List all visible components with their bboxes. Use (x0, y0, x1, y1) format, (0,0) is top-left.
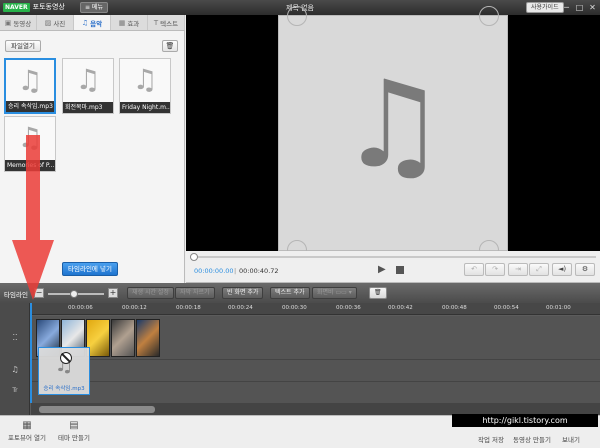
maximize-icon[interactable]: □ (574, 2, 585, 13)
library-item[interactable]: ♫ Friday Night.m... (119, 58, 171, 114)
cut-subtitle-button[interactable]: 자막 자르기 (175, 287, 215, 299)
library-item-caption: 승리 속삭임.mp3 (6, 101, 54, 112)
library-item[interactable]: ♫ Memories of P... (4, 116, 56, 172)
play-icon[interactable]: ▶ (378, 264, 386, 275)
crop-icon[interactable]: ⤢ (529, 263, 549, 276)
video-clip[interactable] (136, 319, 160, 357)
aspect-ratio-dropdown[interactable]: 화면비 ▭▭ ▾ (312, 287, 357, 299)
video-clip[interactable] (111, 319, 135, 357)
music-track[interactable] (31, 360, 600, 382)
library-item[interactable]: ♫ 회전목마.mp3 (62, 58, 114, 114)
total-time: 00:00:40.72 (239, 267, 279, 275)
tick-label: 00:00:36 (336, 305, 361, 311)
tab-text[interactable]: T 텍스트 (148, 15, 185, 30)
tick-label: 00:00:18 (176, 305, 201, 311)
photo-viewer-icon: ▦ (22, 420, 32, 431)
dragged-item-caption: 승리 속삭임.mp3 (43, 386, 85, 392)
media-library-panel: ▣ 동영상 ▨ 사진 ♫ 음악 ▦ 효과 T 텍스트 파일열기 🗑 ♫ 승리 속삭임.mp… (0, 15, 185, 283)
fit-icon[interactable]: ⇥ (508, 263, 528, 276)
open-file-button[interactable]: 파일열기 (5, 40, 41, 52)
add-blank-screen-button[interactable]: 빈 화면 추가 (222, 287, 264, 299)
tick-label: 00:00:30 (282, 305, 307, 311)
current-time: 00:00:00.00 (194, 267, 234, 275)
track-header: ⁚⁚ ♫ Tr (0, 303, 30, 415)
add-to-timeline-button[interactable]: 타임라인에 넣기 (62, 262, 118, 276)
photo-icon: ▨ (44, 18, 52, 27)
effect-icon: ▦ (118, 18, 126, 27)
video-track[interactable] (31, 316, 600, 360)
user-guide-button[interactable]: 사용가이드 (526, 2, 564, 13)
timeline-label: 타임라인 (4, 291, 28, 299)
music-note-icon: ♫ (132, 63, 158, 96)
add-text-button[interactable]: 텍스트 추가 (270, 287, 310, 299)
zoom-out-button[interactable]: − (34, 288, 44, 298)
photo-viewer-button[interactable]: ▦ 포토뷰어 열기 (8, 420, 46, 442)
video-track-icon: ⁚⁚ (12, 333, 18, 342)
send-button[interactable]: 보내기 (562, 434, 580, 444)
stop-icon[interactable] (396, 266, 404, 274)
film-icon: ▣ (4, 18, 12, 27)
save-project-button[interactable]: 작업 저장 (478, 434, 504, 444)
undo-icon[interactable]: ↶ (464, 263, 484, 276)
trash-icon[interactable]: 🗑 (369, 287, 387, 299)
redo-icon[interactable]: ↷ (485, 263, 505, 276)
make-video-button[interactable]: 동영상 만들기 (513, 434, 551, 444)
zoom-in-button[interactable]: + (108, 288, 118, 298)
seek-bar[interactable] (190, 253, 596, 261)
volume-icon[interactable]: ◄) (552, 263, 572, 276)
watermark: http://gikl.tistory.com (452, 414, 598, 427)
corner-decoration (479, 6, 499, 26)
tab-music[interactable]: ♫ 음악 (74, 15, 111, 30)
music-icon: ♫ (81, 18, 89, 27)
music-note-icon: ♫ (75, 63, 101, 96)
tab-photo[interactable]: ▨ 사진 (37, 15, 74, 30)
library-item-caption: Memories of P... (5, 160, 55, 171)
media-tabs: ▣ 동영상 ▨ 사진 ♫ 음악 ▦ 효과 T 텍스트 (0, 15, 185, 31)
theme-icon: ▤ (69, 420, 79, 431)
tab-effect[interactable]: ▦ 효과 (111, 15, 148, 30)
tick-label: 00:00:24 (228, 305, 253, 311)
library-item[interactable]: ♫ 승리 속삭임.mp3 (4, 58, 56, 114)
time-separator: | (234, 267, 237, 275)
no-drop-icon (60, 352, 72, 364)
player-controls: 00:00:00.00 | 00:00:40.72 ▶ ↶ ↷ ⇥ ⤢ ◄) ⚙ (186, 251, 600, 283)
tick-label: 00:00:54 (494, 305, 519, 311)
minimize-icon[interactable]: ─ (561, 2, 572, 13)
theme-maker-button[interactable]: ▤ 테마 만들기 (58, 420, 90, 442)
music-note-icon: ♫ (339, 56, 447, 195)
music-note-icon: ♫ (17, 64, 43, 97)
tick-label: 00:00:12 (122, 305, 147, 311)
playhead[interactable] (30, 303, 32, 403)
time-ruler[interactable]: 00:00:06 00:00:12 00:00:18 00:00:24 00:0… (30, 303, 600, 315)
text-icon: T (153, 18, 159, 27)
text-track[interactable] (31, 382, 600, 404)
tick-label: 00:00:06 (68, 305, 93, 311)
settings-icon[interactable]: ⚙ (575, 263, 595, 276)
music-track-icon: ♫ (11, 365, 19, 374)
zoom-slider[interactable] (48, 290, 104, 298)
tab-video[interactable]: ▣ 동영상 (0, 15, 37, 30)
close-icon[interactable]: ✕ (587, 2, 598, 13)
zoom-slider-handle[interactable] (70, 290, 78, 298)
set-duration-button[interactable]: 재생 시간 설정 (127, 287, 174, 299)
scrollbar-thumb[interactable] (39, 406, 155, 413)
preview-screen: ♫ (186, 6, 600, 260)
corner-decoration (287, 6, 307, 26)
tick-label: 00:00:48 (442, 305, 467, 311)
music-note-icon: ♫ (17, 121, 43, 154)
tick-label: 00:01:00 (546, 305, 571, 311)
seek-handle[interactable] (190, 253, 198, 261)
text-track-icon: Tr (12, 387, 18, 394)
timeline: 00:00:06 00:00:12 00:00:18 00:00:24 00:0… (0, 303, 600, 415)
timeline-toolbar: 타임라인 − + 재생 시간 설정 자막 자르기 빈 화면 추가 텍스트 추가 … (0, 283, 600, 303)
preview-artwork: ♫ (278, 6, 508, 260)
library-item-caption: 회전목마.mp3 (63, 102, 113, 113)
library-item-caption: Friday Night.m... (120, 102, 170, 113)
trash-icon[interactable]: 🗑 (162, 40, 178, 52)
tick-label: 00:00:42 (388, 305, 413, 311)
